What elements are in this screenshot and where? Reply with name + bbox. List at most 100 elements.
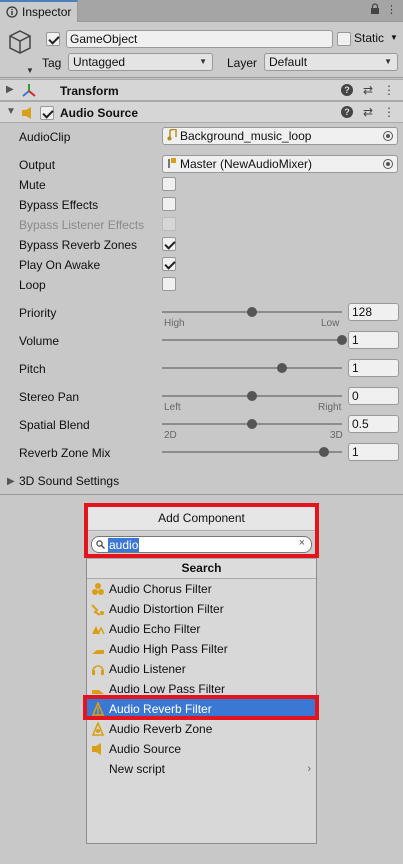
help-icon[interactable]: ? [340, 84, 353, 96]
reverb-zone-mix-label: Reverb Zone Mix [19, 446, 111, 460]
audio-source-component-header[interactable]: ▼ Audio Source ? ⇄ ⋮ [0, 101, 403, 123]
chevron-down-icon[interactable]: ▼ [26, 66, 34, 75]
component-list-item-label: Audio Echo Filter [109, 622, 201, 636]
add-component-popup: Add Component audio × Search Audio Choru… [86, 504, 317, 844]
slider-thumb[interactable] [247, 391, 257, 401]
bypass-listener-effects-checkbox [162, 217, 176, 231]
spatial-blend-slider[interactable] [162, 415, 342, 433]
bypass-effects-checkbox[interactable] [162, 197, 176, 211]
component-list-item[interactable]: Audio Low Pass Filter [87, 679, 316, 699]
output-field[interactable]: Master (NewAudioMixer) [162, 155, 398, 173]
divider [0, 494, 403, 495]
component-list-item-label: Audio Listener [109, 662, 186, 676]
priority-label: Priority [19, 306, 57, 320]
slider-thumb[interactable] [247, 419, 257, 429]
component-list: Audio Chorus Filter Audio Distortion Filt… [87, 579, 316, 779]
static-label: Static [354, 31, 385, 45]
listener-icon [90, 662, 106, 676]
priority-slider[interactable] [162, 303, 342, 321]
fold-down-icon[interactable]: ▼ [6, 106, 16, 117]
slider-thumb[interactable] [277, 363, 288, 373]
component-list-item[interactable]: Audio Distortion Filter [87, 599, 316, 619]
gameobject-cube-icon[interactable] [6, 28, 34, 56]
pitch-slider[interactable] [162, 359, 342, 377]
low-pass-filter-icon [90, 682, 106, 696]
stereo-min-label: Left [164, 402, 181, 413]
kebab-menu-icon[interactable]: ⋮ [386, 3, 397, 17]
slider-thumb[interactable] [319, 447, 329, 457]
audio-clip-icon [167, 127, 177, 144]
mute-checkbox[interactable] [162, 177, 176, 191]
pitch-label: Pitch [19, 362, 46, 376]
mute-label: Mute [19, 178, 46, 192]
tab-inspector[interactable]: Inspector [0, 0, 78, 22]
component-list-item-label: Audio Distortion Filter [109, 602, 224, 616]
active-checkbox[interactable] [46, 32, 60, 46]
pitch-field[interactable]: 1 [348, 359, 399, 377]
fold-right-icon[interactable]: ▶ [6, 84, 14, 95]
volume-label: Volume [19, 334, 60, 348]
kebab-menu-icon[interactable]: ⋮ [383, 105, 395, 119]
layer-label: Layer [227, 56, 258, 70]
stereo-pan-field[interactable]: 0 [348, 387, 399, 405]
info-icon [6, 6, 18, 18]
search-row: audio × [87, 532, 316, 558]
component-list-item-label: Audio Chorus Filter [109, 582, 212, 596]
component-list-item[interactable]: Audio Reverb Zone [87, 719, 316, 739]
reverb-zone-mix-slider[interactable] [162, 443, 342, 461]
play-on-awake-checkbox[interactable] [162, 257, 176, 271]
audioclip-field[interactable]: Background_music_loop [162, 127, 398, 145]
help-icon[interactable]: ? [340, 106, 353, 118]
gameobject-header: ▼ GameObject Static ▼ Tag Untagged Layer… [0, 22, 403, 78]
component-list-item-label: Audio High Pass Filter [109, 642, 228, 656]
search-value: audio [108, 537, 140, 552]
presets-icon[interactable]: ⇄ [363, 105, 373, 119]
stereo-pan-label: Stereo Pan [19, 390, 80, 404]
presets-icon[interactable]: ⇄ [363, 83, 373, 97]
bypass-reverb-zones-checkbox[interactable] [162, 237, 176, 251]
chevron-right-icon: › [307, 763, 311, 775]
reverb-zone-icon [90, 722, 106, 736]
tab-title: Inspector [22, 5, 72, 19]
slider-thumb[interactable] [337, 335, 347, 345]
component-list-item[interactable]: Audio Listener [87, 659, 316, 679]
gameobject-name-field[interactable]: GameObject [66, 30, 333, 48]
volume-field[interactable]: 1 [348, 331, 399, 349]
object-picker-icon[interactable] [383, 159, 393, 169]
priority-field[interactable]: 128 [348, 303, 399, 321]
component-list-item[interactable]: Audio Source [87, 739, 316, 759]
loop-checkbox[interactable] [162, 277, 176, 291]
transform-component-header[interactable]: ▶ Transform ? ⇄ ⋮ [0, 79, 403, 101]
component-list-item[interactable]: New script › [87, 759, 316, 779]
audio-mixer-icon [167, 157, 177, 172]
component-list-item[interactable]: Audio Reverb Filter [87, 699, 316, 719]
search-input[interactable]: audio × [91, 536, 312, 553]
spatial-blend-field[interactable]: 0.5 [348, 415, 399, 433]
volume-slider[interactable] [162, 331, 347, 349]
tag-dropdown[interactable]: Untagged [68, 53, 213, 71]
object-picker-icon[interactable] [383, 131, 393, 141]
priority-min-label: High [164, 318, 185, 329]
slider-thumb[interactable] [247, 307, 257, 317]
static-dropdown-icon[interactable]: ▼ [390, 33, 398, 42]
layer-dropdown[interactable]: Default [264, 53, 398, 71]
component-list-item[interactable]: Audio High Pass Filter [87, 639, 316, 659]
component-list-item[interactable]: Audio Echo Filter [87, 619, 316, 639]
echo-filter-icon [90, 622, 106, 636]
clear-search-icon[interactable]: × [299, 537, 305, 549]
lock-icon[interactable] [370, 3, 380, 17]
fold-right-icon[interactable]: ▶ [7, 476, 15, 487]
reverb-zone-mix-field[interactable]: 1 [348, 443, 399, 461]
static-checkbox[interactable] [337, 32, 351, 46]
transform-icon [21, 83, 37, 102]
3d-sound-settings-foldout[interactable]: 3D Sound Settings [19, 474, 119, 488]
output-value: Master (NewAudioMixer) [180, 157, 313, 171]
stereo-pan-slider[interactable] [162, 387, 342, 405]
bypass-reverb-zones-label: Bypass Reverb Zones [19, 238, 138, 252]
kebab-menu-icon[interactable]: ⋮ [383, 83, 395, 97]
audio-source-enabled-checkbox[interactable] [40, 106, 54, 120]
play-on-awake-label: Play On Awake [19, 258, 101, 272]
bypass-listener-effects-label: Bypass Listener Effects [19, 218, 145, 232]
loop-label: Loop [19, 278, 46, 292]
component-list-item[interactable]: Audio Chorus Filter [87, 579, 316, 599]
